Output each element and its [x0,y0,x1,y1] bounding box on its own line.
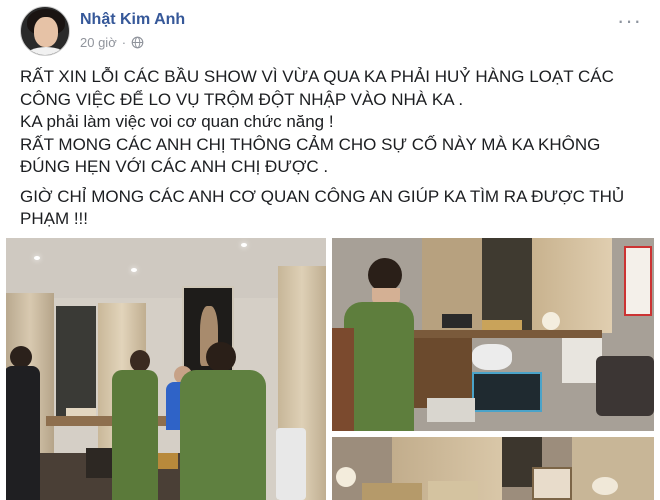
globe-icon[interactable] [131,36,144,49]
post-paragraph-2: KA phải làm việc voi cơ quan chức năng ! [20,112,334,131]
photo-officer-desk[interactable] [332,238,654,431]
post-paragraph-3: RẤT MONG CÁC ANH CHỊ THÔNG CẢM CHO SỰ CỐ… [20,134,601,177]
post-body: RẤT XIN LỖI CÁC BẦU SHOW VÌ VỪA QUA KA P… [20,66,640,231]
photo-officers-room[interactable] [6,238,326,500]
meta-separator: · [121,35,127,50]
more-options-icon[interactable]: ··· [617,8,642,34]
author-name[interactable]: Nhật Kim Anh [80,11,185,29]
avatar[interactable] [20,6,70,56]
post-header: Nhật Kim Anh 20 giờ · ··· [0,0,660,58]
photo-shelves[interactable] [332,437,654,500]
post-timestamp[interactable]: 20 giờ [80,35,117,50]
photo-grid [6,238,654,500]
post-paragraph-1: RẤT XIN LỖI CÁC BẦU SHOW VÌ VỪA QUA KA P… [20,67,614,109]
post-meta: 20 giờ · [80,35,144,50]
post-paragraph-4: GIỜ CHỈ MONG CÁC ANH CƠ QUAN CÔNG AN GIÚ… [20,186,625,229]
